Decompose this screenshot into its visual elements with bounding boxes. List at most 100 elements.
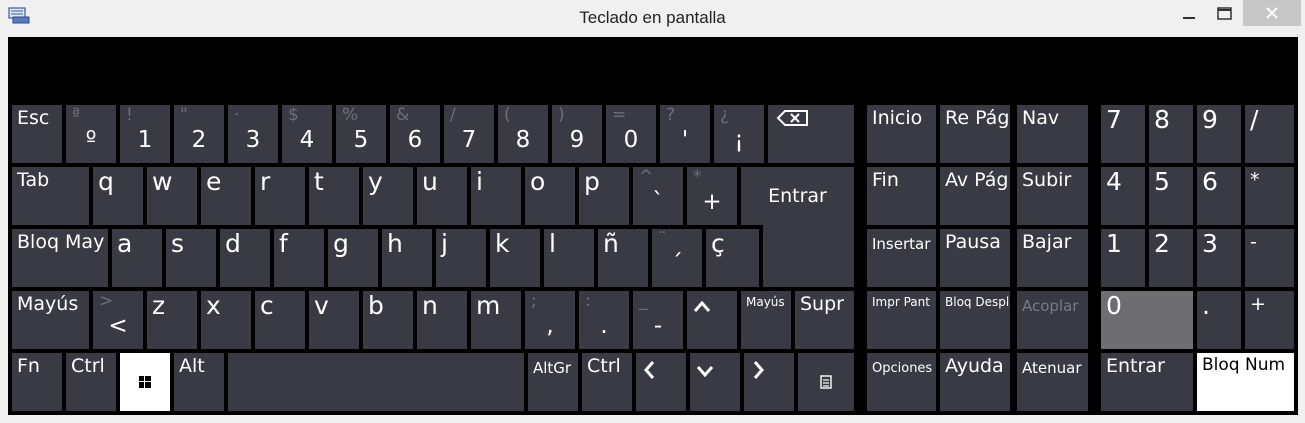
key-pause[interactable]: Pausa [940, 229, 1010, 287]
key-enter[interactable]: Entrar [741, 167, 854, 225]
key-num-lock[interactable]: Bloq Num [1197, 353, 1294, 411]
key-caps-lock[interactable]: Bloq May [12, 229, 108, 287]
key-2[interactable]: " 2 [174, 105, 224, 163]
key-num-2[interactable]: 2 [1149, 229, 1193, 287]
key-b[interactable]: b [363, 291, 413, 349]
key-delete[interactable]: Supr [795, 291, 854, 349]
key-r[interactable]: r [255, 167, 305, 225]
key-m[interactable]: m [471, 291, 521, 349]
key-ctrl-right[interactable]: Ctrl [582, 353, 632, 411]
key-h[interactable]: h [382, 229, 432, 287]
key-num-enter[interactable]: Entrar [1101, 353, 1193, 411]
key-page-up[interactable]: Re Pág [940, 105, 1010, 163]
key-d[interactable]: d [220, 229, 270, 287]
key-ctrl-left[interactable]: Ctrl [66, 353, 116, 411]
key-alt[interactable]: Alt [174, 353, 224, 411]
key-home[interactable]: Inicio [867, 105, 936, 163]
key-num-6[interactable]: 6 [1197, 167, 1241, 225]
key-7[interactable]: /7 [444, 105, 494, 163]
key-options[interactable]: Opciones [867, 353, 936, 411]
key-i[interactable]: i [471, 167, 521, 225]
key-less-than[interactable]: > < [93, 291, 143, 349]
key-g[interactable]: g [328, 229, 378, 287]
key-y[interactable]: y [363, 167, 413, 225]
key-plus[interactable]: * + [687, 167, 737, 225]
key-c-cedilla[interactable]: ç [706, 229, 759, 287]
key-fn[interactable]: Fn [12, 353, 62, 411]
key-menu[interactable] [798, 353, 854, 411]
key-end[interactable]: Fin [867, 167, 936, 225]
key-u[interactable]: u [417, 167, 467, 225]
key-1[interactable]: ! 1 [120, 105, 170, 163]
key-arrow-left[interactable] [636, 353, 686, 411]
key-scroll-lock[interactable]: Bloq Despl [940, 291, 1010, 349]
key-shift-right[interactable]: Mayús [741, 291, 791, 349]
key-insert[interactable]: Insertar [867, 229, 936, 287]
key-num-7[interactable]: 7 [1101, 105, 1145, 163]
key-9[interactable]: ) 9 [552, 105, 602, 163]
key-c[interactable]: c [255, 291, 305, 349]
key-num-4[interactable]: 4 [1101, 167, 1145, 225]
key-space[interactable] [228, 353, 524, 411]
key-grave[interactable]: ^ ` [633, 167, 683, 225]
key-6[interactable]: & 6 [390, 105, 440, 163]
key-tab[interactable]: Tab [12, 167, 89, 225]
key-arrow-down[interactable] [690, 353, 740, 411]
key-num-5[interactable]: 5 [1149, 167, 1193, 225]
key-0[interactable]: = 0 [606, 105, 656, 163]
key-scroll-down[interactable]: Bajar [1017, 229, 1088, 287]
key-inverted-exclamation[interactable]: ¿ ¡ [714, 105, 764, 163]
key-4[interactable]: $4 [282, 105, 332, 163]
key-k[interactable]: k [490, 229, 540, 287]
key-v[interactable]: v [309, 291, 359, 349]
key-nav[interactable]: Nav [1017, 105, 1088, 163]
key-t[interactable]: t [309, 167, 359, 225]
key-altgr[interactable]: AltGr [528, 353, 578, 411]
key-o[interactable]: o [525, 167, 575, 225]
key-num-8[interactable]: 8 [1149, 105, 1193, 163]
key-esc[interactable]: Esc [12, 105, 62, 163]
key-page-down[interactable]: Av Pág [940, 167, 1010, 225]
key-8[interactable]: (8 [498, 105, 548, 163]
key-arrow-up[interactable] [687, 291, 737, 349]
key-help[interactable]: Ayuda [940, 353, 1010, 411]
key-acute[interactable]: ¨ ´ [652, 229, 702, 287]
key-num-decimal[interactable]: . [1197, 291, 1241, 349]
key-num-divide[interactable]: / [1245, 105, 1294, 163]
key-x[interactable]: x [201, 291, 251, 349]
key-e[interactable]: e [201, 167, 251, 225]
key-n[interactable]: n [417, 291, 467, 349]
close-button[interactable] [1243, 0, 1301, 26]
key-arrow-right[interactable] [744, 353, 794, 411]
key-5[interactable]: % 5 [336, 105, 386, 163]
key-l[interactable]: l [544, 229, 594, 287]
key-num-subtract[interactable]: - [1245, 229, 1294, 287]
key-fade[interactable]: Atenuar [1017, 353, 1088, 411]
key-num-3[interactable]: 3 [1197, 229, 1241, 287]
key-num-add[interactable]: + [1245, 291, 1294, 349]
key-print-screen[interactable]: Impr Pant [867, 291, 936, 349]
key-windows[interactable] [120, 353, 170, 411]
key-period[interactable]: :. [579, 291, 629, 349]
key-num-0[interactable]: 0 [1101, 291, 1193, 349]
key-enter-lower[interactable] [763, 225, 854, 287]
minimize-button[interactable] [1170, 0, 1208, 26]
key-q[interactable]: q [93, 167, 143, 225]
key-apostrophe[interactable]: ? ' [660, 105, 710, 163]
key-w[interactable]: w [147, 167, 197, 225]
key-a[interactable]: a [112, 229, 162, 287]
key-scroll-up[interactable]: Subir [1017, 167, 1088, 225]
key-num-1[interactable]: 1 [1101, 229, 1145, 287]
maximize-button[interactable] [1206, 0, 1244, 26]
key-backspace[interactable] [768, 105, 854, 163]
key-n-tilde[interactable]: ñ [598, 229, 648, 287]
key-comma[interactable]: ;, [525, 291, 575, 349]
key-shift-left[interactable]: Mayús [12, 291, 89, 349]
key-3[interactable]: · 3 [228, 105, 278, 163]
key-z[interactable]: z [147, 291, 197, 349]
key-s[interactable]: s [166, 229, 216, 287]
key-f[interactable]: f [274, 229, 324, 287]
key-p[interactable]: p [579, 167, 629, 225]
key-num-multiply[interactable]: * [1245, 167, 1294, 225]
key-ordinal[interactable]: ªº [66, 105, 116, 163]
